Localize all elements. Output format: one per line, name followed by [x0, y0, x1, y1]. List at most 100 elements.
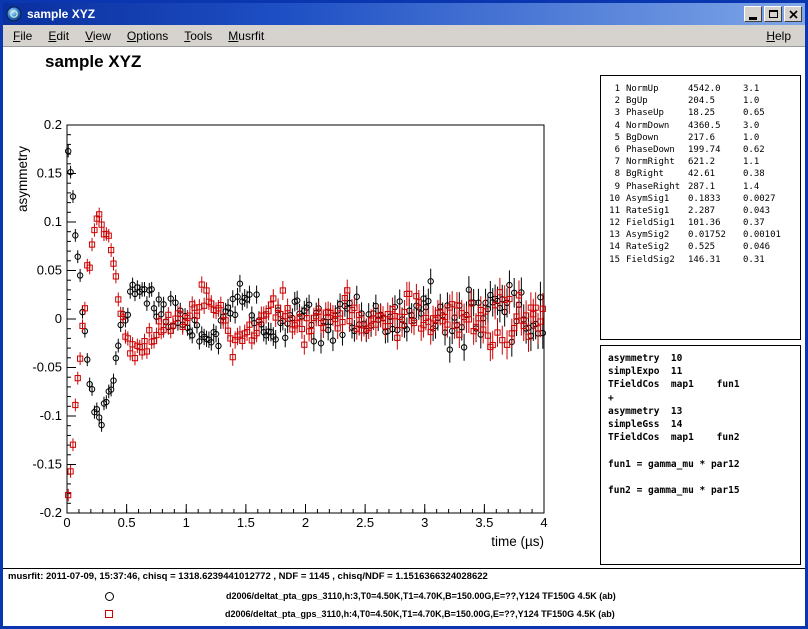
- param-value: 199.74: [688, 144, 743, 156]
- param-number: 6: [607, 144, 620, 156]
- param-value: 146.31: [688, 254, 743, 266]
- param-number: 11: [607, 205, 620, 217]
- param-name: NormUp: [626, 83, 688, 95]
- window-titlebar[interactable]: sample XYZ: [3, 3, 805, 25]
- param-error: 0.0027: [743, 193, 776, 205]
- fit-info: musrfit: 2011-07-09, 15:37:46, chisq = 1…: [8, 571, 488, 582]
- param-number: 15: [607, 254, 620, 266]
- param-number: 3: [607, 107, 620, 119]
- param-row: 11 RateSig12.2870.043: [607, 205, 800, 217]
- theory-line: fun1 = gamma_mu * par12: [608, 458, 800, 471]
- y-tick-label: 0.15: [37, 166, 62, 181]
- theory-line: simplExpo 11: [608, 365, 800, 378]
- y-tick-label: -0.15: [32, 457, 62, 472]
- theory-line: TFieldCos map1 fun1: [608, 378, 800, 391]
- menu-item-view[interactable]: View: [77, 26, 119, 46]
- param-name: FieldSig1: [626, 217, 688, 229]
- param-row: 4NormDown4360.53.0: [607, 120, 800, 132]
- menu-item-edit[interactable]: Edit: [40, 26, 77, 46]
- y-tick-label: -0.05: [32, 360, 62, 375]
- param-value: 18.25: [688, 107, 743, 119]
- y-tick-label: 0.2: [44, 117, 62, 132]
- param-error: 1.4: [743, 181, 759, 193]
- param-number: 10: [607, 193, 620, 205]
- canvas-area: sample XYZ 00.511.522.533.540.20.150.10.…: [3, 47, 805, 626]
- param-name: RateSig2: [626, 241, 688, 253]
- legend-row: d2006/deltat_pta_gps_3110,h:4,T0=4.50K,T…: [105, 608, 615, 620]
- legend-label: d2006/deltat_pta_gps_3110,h:3,T0=4.50K,T…: [226, 591, 616, 601]
- param-error: 3.0: [743, 120, 759, 132]
- param-name: NormDown: [626, 120, 688, 132]
- param-row: 15FieldSig2146.310.31: [607, 254, 800, 266]
- x-tick-label: 2: [302, 515, 309, 530]
- theory-line: [608, 471, 800, 484]
- menu-item-file[interactable]: File: [5, 26, 40, 46]
- param-error: 0.62: [743, 144, 765, 156]
- maximize-button[interactable]: [764, 6, 782, 22]
- param-value: 217.6: [688, 132, 743, 144]
- menu-bar: FileEditViewOptionsToolsMusrfit Help: [3, 25, 805, 47]
- app-icon: [6, 6, 22, 22]
- param-number: 8: [607, 168, 620, 180]
- menu-item-options[interactable]: Options: [119, 26, 176, 46]
- x-tick-label: 3: [421, 515, 428, 530]
- menu-item-musrfit[interactable]: Musrfit: [220, 26, 272, 46]
- x-tick-label: 0.5: [118, 515, 136, 530]
- param-error: 1.0: [743, 95, 759, 107]
- y-tick-label: 0.1: [44, 214, 62, 229]
- close-icon: [789, 10, 798, 19]
- x-tick-label: 0: [63, 515, 70, 530]
- param-error: 0.31: [743, 254, 765, 266]
- param-row: 10AsymSig10.18330.0027: [607, 193, 800, 205]
- param-value: 2.287: [688, 205, 743, 217]
- param-name: RateSig1: [626, 205, 688, 217]
- legend-row: d2006/deltat_pta_gps_3110,h:3,T0=4.50K,T…: [105, 590, 616, 602]
- status-separator: [3, 568, 805, 569]
- param-name: PhaseUp: [626, 107, 688, 119]
- param-value: 42.61: [688, 168, 743, 180]
- param-number: 14: [607, 241, 620, 253]
- minimize-icon: [749, 17, 757, 20]
- param-value: 0.01752: [688, 229, 743, 241]
- x-tick-label: 2.5: [356, 515, 374, 530]
- param-row: 14RateSig20.5250.046: [607, 241, 800, 253]
- window-title: sample XYZ: [27, 7, 742, 21]
- close-button[interactable]: [784, 6, 802, 22]
- theory-box: asymmetry 10simplExpo 11TFieldCos map1 f…: [600, 345, 801, 565]
- param-row: 8BgRight42.610.38: [607, 168, 800, 180]
- asymmetry-plot[interactable]: 00.511.522.533.540.20.150.10.050-0.05-0.…: [3, 47, 598, 562]
- param-row: 9PhaseRight287.11.4: [607, 181, 800, 193]
- y-tick-label: 0: [55, 311, 62, 326]
- x-tick-label: 3.5: [475, 515, 493, 530]
- param-number: 1: [607, 83, 620, 95]
- menu-item-help[interactable]: Help: [758, 26, 799, 46]
- param-value: 0.1833: [688, 193, 743, 205]
- theory-line: [608, 444, 800, 457]
- legend-label: d2006/deltat_pta_gps_3110,h:4,T0=4.50K,T…: [225, 609, 615, 619]
- param-value: 204.5: [688, 95, 743, 107]
- x-tick-label: 4: [540, 515, 547, 530]
- parameter-box: 1NormUp4542.03.12BgUp204.51.03PhaseUp18.…: [600, 75, 801, 340]
- theory-line: fun2 = gamma_mu * par15: [608, 484, 800, 497]
- param-error: 0.65: [743, 107, 765, 119]
- param-row: 6 PhaseDown199.740.62: [607, 144, 800, 156]
- param-error: 0.00101: [743, 229, 781, 241]
- param-name: PhaseDown: [626, 144, 688, 156]
- param-value: 4542.0: [688, 83, 743, 95]
- x-axis-title: time (µs): [491, 534, 544, 549]
- y-tick-label: -0.2: [40, 505, 62, 520]
- minimize-button[interactable]: [744, 6, 762, 22]
- param-error: 0.043: [743, 205, 770, 217]
- param-row: 3 PhaseUp18.250.65: [607, 107, 800, 119]
- param-error: 3.1: [743, 83, 759, 95]
- param-row: 1 NormUp4542.03.1: [607, 83, 800, 95]
- param-number: 5: [607, 132, 620, 144]
- menu-item-tools[interactable]: Tools: [176, 26, 220, 46]
- param-name: BgDown: [626, 132, 688, 144]
- musrfit-window: sample XYZ FileEditViewOptionsToolsMusrf…: [0, 0, 808, 629]
- param-row: 12FieldSig1101.360.37: [607, 217, 800, 229]
- param-number: 4: [607, 120, 620, 132]
- param-row: 5BgDown217.61.0: [607, 132, 800, 144]
- menu-left-group: FileEditViewOptionsToolsMusrfit: [5, 26, 272, 46]
- y-tick-label: 0.05: [37, 263, 62, 278]
